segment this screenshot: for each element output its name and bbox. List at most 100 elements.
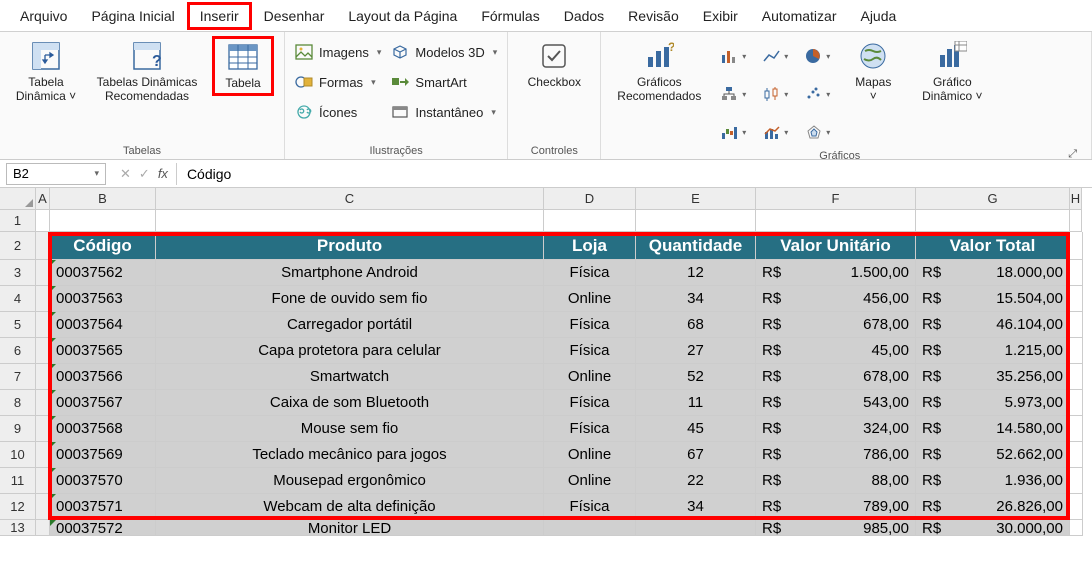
cell-total[interactable]: R$26.826,00: [916, 494, 1070, 520]
cell-qtd[interactable]: [636, 520, 756, 536]
cell-total[interactable]: R$35.256,00: [916, 364, 1070, 390]
cell-produto[interactable]: Fone de ouvido sem fio: [156, 286, 544, 312]
combo-chart-button[interactable]: ▾: [759, 116, 791, 148]
fx-icon[interactable]: fx: [158, 166, 168, 181]
column-chart-button[interactable]: ▾: [717, 40, 749, 72]
cell-produto[interactable]: Caixa de som Bluetooth: [156, 390, 544, 416]
cell-loja[interactable]: Física: [544, 338, 636, 364]
cell-loja[interactable]: Online: [544, 468, 636, 494]
col-header-E[interactable]: E: [636, 188, 756, 210]
cell-qtd[interactable]: 34: [636, 286, 756, 312]
cell-unit[interactable]: R$786,00: [756, 442, 916, 468]
pivot-chart-button[interactable]: GráficoDinâmico ˅: [913, 36, 991, 104]
header-loja[interactable]: Loja: [544, 232, 636, 260]
cell-unit[interactable]: R$324,00: [756, 416, 916, 442]
col-header-A[interactable]: A: [36, 188, 50, 210]
header-produto[interactable]: Produto: [156, 232, 544, 260]
row-header-12[interactable]: 12: [0, 494, 36, 520]
cell-unit[interactable]: R$1.500,00: [756, 260, 916, 286]
radar-chart-button[interactable]: ▾: [801, 116, 833, 148]
col-header-G[interactable]: G: [916, 188, 1070, 210]
menu-ajuda[interactable]: Ajuda: [848, 2, 908, 30]
cell-qtd[interactable]: 22: [636, 468, 756, 494]
pie-chart-button[interactable]: ▾: [801, 40, 833, 72]
table-row[interactable]: 00037571Webcam de alta definiçãoFísica34…: [36, 494, 1092, 520]
row-header-5[interactable]: 5: [0, 312, 36, 338]
icones-button[interactable]: Ícones: [295, 100, 381, 124]
header-quantidade[interactable]: Quantidade: [636, 232, 756, 260]
row-header-1[interactable]: 1: [0, 210, 36, 232]
menu-formulas[interactable]: Fórmulas: [469, 2, 551, 30]
cell-qtd[interactable]: 45: [636, 416, 756, 442]
cell-total[interactable]: R$46.104,00: [916, 312, 1070, 338]
col-header-C[interactable]: C: [156, 188, 544, 210]
cell-loja[interactable]: Física: [544, 494, 636, 520]
mapas-button[interactable]: Mapas˅: [843, 36, 903, 104]
table-header-row[interactable]: Código Produto Loja Quantidade Valor Uni…: [36, 232, 1092, 260]
table-row[interactable]: 00037566SmartwatchOnline52R$678,00R$35.2…: [36, 364, 1092, 390]
cell-unit[interactable]: R$678,00: [756, 364, 916, 390]
cell-loja[interactable]: Online: [544, 364, 636, 390]
cell-codigo[interactable]: 00037566: [50, 364, 156, 390]
select-all-corner[interactable]: [0, 188, 36, 210]
row-header-3[interactable]: 3: [0, 260, 36, 286]
table-row[interactable]: 00037564Carregador portátilFísica68R$678…: [36, 312, 1092, 338]
cell-qtd[interactable]: 12: [636, 260, 756, 286]
table-row[interactable]: 00037569Teclado mecânico para jogosOnlin…: [36, 442, 1092, 468]
cell-unit[interactable]: R$543,00: [756, 390, 916, 416]
cell-codigo[interactable]: 00037572: [50, 520, 156, 536]
cell-unit[interactable]: R$45,00: [756, 338, 916, 364]
cell-codigo[interactable]: 00037570: [50, 468, 156, 494]
smartart-button[interactable]: SmartArt: [391, 70, 497, 94]
cell-produto[interactable]: Mouse sem fio: [156, 416, 544, 442]
row-header-6[interactable]: 6: [0, 338, 36, 364]
cell-unit[interactable]: R$456,00: [756, 286, 916, 312]
row-header-13[interactable]: 13: [0, 520, 36, 536]
cell-produto[interactable]: Webcam de alta definição: [156, 494, 544, 520]
cell-total[interactable]: R$30.000,00: [916, 520, 1070, 536]
cell-total[interactable]: R$1.215,00: [916, 338, 1070, 364]
row-1[interactable]: [36, 210, 1092, 232]
cell-codigo[interactable]: 00037562: [50, 260, 156, 286]
table-row[interactable]: 00037565Capa protetora para celularFísic…: [36, 338, 1092, 364]
cell-produto[interactable]: Smartwatch: [156, 364, 544, 390]
cell-codigo[interactable]: 00037564: [50, 312, 156, 338]
name-box-dropdown[interactable]: ▾: [94, 168, 99, 179]
cell-qtd[interactable]: 34: [636, 494, 756, 520]
row-header-7[interactable]: 7: [0, 364, 36, 390]
menu-desenhar[interactable]: Desenhar: [252, 2, 337, 30]
pivot-table-button[interactable]: TabelaDinâmica ˅: [10, 36, 82, 104]
col-header-B[interactable]: B: [50, 188, 156, 210]
cell-total[interactable]: R$52.662,00: [916, 442, 1070, 468]
row-header-9[interactable]: 9: [0, 416, 36, 442]
row-header-11[interactable]: 11: [0, 468, 36, 494]
menu-inserir[interactable]: Inserir: [187, 2, 252, 30]
enter-icon[interactable]: ✓: [139, 166, 150, 182]
cell-loja[interactable]: [544, 520, 636, 536]
cell-total[interactable]: R$18.000,00: [916, 260, 1070, 286]
cell-loja[interactable]: Online: [544, 442, 636, 468]
hierarchy-chart-button[interactable]: ▾: [717, 78, 749, 110]
cell-produto[interactable]: Capa protetora para celular: [156, 338, 544, 364]
cell-codigo[interactable]: 00037565: [50, 338, 156, 364]
cell-qtd[interactable]: 67: [636, 442, 756, 468]
cell-produto[interactable]: Teclado mecânico para jogos: [156, 442, 544, 468]
col-header-F[interactable]: F: [756, 188, 916, 210]
cell-total[interactable]: R$1.936,00: [916, 468, 1070, 494]
cell-unit[interactable]: R$678,00: [756, 312, 916, 338]
cell-total[interactable]: R$14.580,00: [916, 416, 1070, 442]
table-row[interactable]: 00037568Mouse sem fioFísica45R$324,00R$1…: [36, 416, 1092, 442]
statistic-chart-button[interactable]: ▾: [759, 78, 791, 110]
modelos3d-button[interactable]: Modelos 3D▾: [391, 40, 497, 64]
data-area[interactable]: Código Produto Loja Quantidade Valor Uni…: [36, 210, 1092, 536]
col-header-H[interactable]: H: [1070, 188, 1082, 210]
col-header-D[interactable]: D: [544, 188, 636, 210]
cell-codigo[interactable]: 00037568: [50, 416, 156, 442]
cancel-icon[interactable]: ✕: [120, 166, 131, 182]
cell-loja[interactable]: Física: [544, 416, 636, 442]
menu-dados[interactable]: Dados: [552, 2, 616, 30]
checkbox-button[interactable]: Checkbox: [518, 36, 590, 90]
instantaneo-button[interactable]: Instantâneo▾: [391, 100, 497, 124]
cell-codigo[interactable]: 00037563: [50, 286, 156, 312]
recommended-charts-button[interactable]: ? GráficosRecomendados: [611, 36, 707, 104]
